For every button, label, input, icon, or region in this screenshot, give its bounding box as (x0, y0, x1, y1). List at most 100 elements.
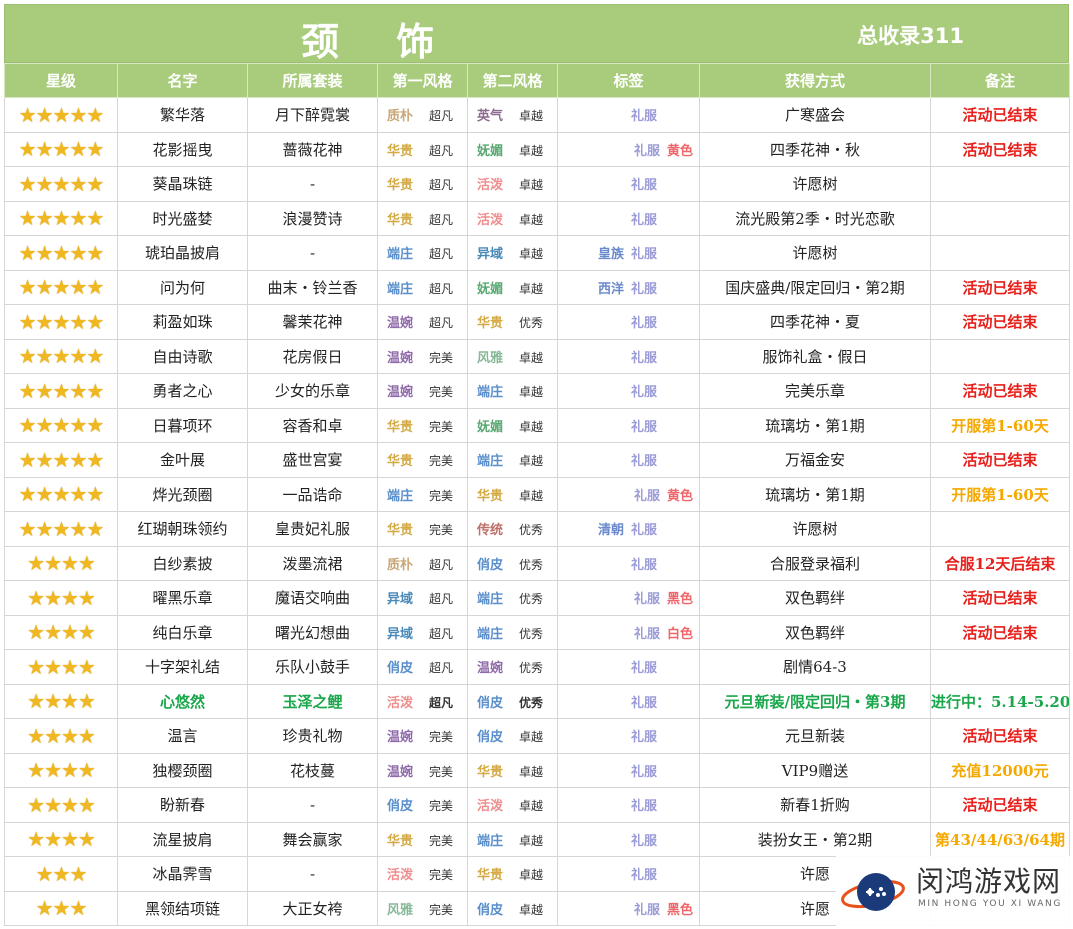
item-name: 葵晶珠链 (117, 166, 248, 202)
style2-cell: 华贵 优秀 (467, 304, 558, 340)
star-rating: ★★★ (4, 890, 118, 926)
item-note: 活动已结束 (930, 131, 1070, 167)
table-row: ★★★★ 白纱素披 泼墨流裙 质朴 超凡 俏皮 优秀 礼服 合服登录福利 合服12天后结束 (4, 545, 1070, 581)
table-row: ★★★★★ 时光盛婪 浪漫赞诗 华贵 超凡 活泼 卓越 礼服 流光殿第2季・时光恋歌 (4, 200, 1070, 236)
item-set: - (247, 235, 378, 271)
item-note: 第43/44/63/64期 (930, 821, 1070, 857)
item-set: 蔷薇花神 (247, 131, 378, 167)
label-tag-type: 礼服 (630, 419, 657, 435)
star-rating: ★★★★ (4, 683, 118, 719)
label-cell: 西洋 礼服 (557, 269, 700, 305)
style2-cell: 风雅 卓越 (467, 338, 558, 374)
label-tag-type: 礼服 (630, 695, 657, 711)
style2-grade: 卓越 (519, 799, 544, 814)
style1-cell: 温婉 完美 (377, 718, 468, 754)
star-rating: ★★★★★ (4, 304, 118, 340)
label-cell: 礼服 (557, 97, 700, 133)
style1-cell: 风雅 完美 (377, 890, 468, 926)
style2-tag: 端庄 (477, 454, 504, 470)
item-set: - (247, 166, 378, 202)
table-row: ★★★★★ 烨光颈圈 一品诰命 端庄 完美 华贵 卓越 礼服 黄色 琉璃坊・第1期 开服第1-60天 (4, 476, 1070, 512)
table-row: ★★★★ 流星披肩 舞会赢家 华贵 完美 端庄 卓越 礼服 装扮女王・第2期 第43/44/63/… (4, 821, 1070, 857)
table-row: ★★★★ 心悠然 玉泽之鲤 活泼 超凡 俏皮 优秀 礼服 元旦新装/限定回归・第3期 进行中：5.… (4, 683, 1070, 719)
style2-tag: 妩媚 (477, 281, 504, 297)
style1-tag: 华贵 (387, 143, 414, 159)
item-note (930, 338, 1070, 374)
style2-grade: 卓越 (519, 868, 544, 883)
style2-cell: 妩媚 卓越 (467, 131, 558, 167)
style1-grade: 完美 (429, 764, 454, 779)
style2-tag: 华贵 (477, 488, 504, 504)
style1-tag: 端庄 (387, 281, 414, 297)
item-name: 冰晶霁雪 (117, 856, 248, 892)
style1-cell: 华贵 完美 (377, 442, 468, 478)
item-set: 少女的乐章 (247, 373, 378, 409)
style1-grade: 超凡 (429, 661, 454, 676)
label-tag-color: 白色 (666, 626, 693, 642)
label-cell: 礼服 白色 (557, 614, 700, 650)
label-tag-type: 礼服 (630, 764, 657, 780)
style2-cell: 端庄 优秀 (467, 614, 558, 650)
item-set: 乐队小鼓手 (247, 649, 378, 685)
item-source: 广寒盛会 (699, 97, 931, 133)
label-tag-type: 礼服 (630, 868, 657, 884)
item-note (930, 166, 1070, 202)
label-tag-type: 礼服 (630, 178, 657, 194)
style1-cell: 俏皮 完美 (377, 787, 468, 823)
style2-cell: 温婉 优秀 (467, 649, 558, 685)
label-cell: 礼服 黄色 (557, 476, 700, 512)
label-cell: 礼服 (557, 200, 700, 236)
col-header-note: 备注 (930, 63, 1070, 98)
label-cell: 礼服 (557, 821, 700, 857)
item-set: - (247, 856, 378, 892)
style1-cell: 华贵 超凡 (377, 131, 468, 167)
item-set: 皇贵妃礼服 (247, 511, 378, 547)
style2-grade: 优秀 (519, 626, 544, 641)
style1-tag: 活泼 (387, 695, 414, 711)
label-tag-type: 礼服 (630, 661, 657, 677)
item-name: 时光盛婪 (117, 200, 248, 236)
style1-grade: 完美 (429, 523, 454, 538)
item-set: 浪漫赞诗 (247, 200, 378, 236)
star-rating: ★★★★★ (4, 373, 118, 409)
watermark-sub: MIN HONG YOU XI WANG (918, 899, 1062, 909)
style2-tag: 英气 (477, 109, 504, 125)
label-cell: 礼服 (557, 304, 700, 340)
style2-cell: 俏皮 优秀 (467, 545, 558, 581)
label-tag-type: 礼服 (633, 902, 660, 918)
item-name: 纯白乐章 (117, 614, 248, 650)
star-rating: ★★★★ (4, 787, 118, 823)
item-source: 双色羁绊 (699, 614, 931, 650)
item-name: 红瑚朝珠领约 (117, 511, 248, 547)
style2-tag: 俏皮 (477, 695, 504, 711)
item-source: 剧情64-3 (699, 649, 931, 685)
style2-grade: 卓越 (519, 488, 544, 503)
item-name: 繁华落 (117, 97, 248, 133)
table-row: ★★★★ 盼新春 - 俏皮 完美 活泼 卓越 礼服 新春1折购 活动已结束 (4, 787, 1070, 823)
label-cell: 清朝 礼服 (557, 511, 700, 547)
item-set: 泼墨流裙 (247, 545, 378, 581)
item-note: 活动已结束 (930, 373, 1070, 409)
item-set: 大正女袴 (247, 890, 378, 926)
style1-tag: 温婉 (387, 385, 414, 401)
style2-grade: 优秀 (519, 523, 544, 538)
item-name: 温言 (117, 718, 248, 754)
style1-cell: 端庄 超凡 (377, 235, 468, 271)
style2-cell: 端庄 卓越 (467, 821, 558, 857)
label-cell: 礼服 (557, 718, 700, 754)
style2-tag: 风雅 (477, 350, 504, 366)
style1-cell: 异域 超凡 (377, 614, 468, 650)
label-cell: 礼服 (557, 407, 700, 443)
style1-cell: 华贵 完美 (377, 407, 468, 443)
style1-tag: 异域 (387, 626, 414, 642)
item-name: 流星披肩 (117, 821, 248, 857)
item-name: 问为何 (117, 269, 248, 305)
style1-cell: 华贵 超凡 (377, 166, 468, 202)
style2-grade: 卓越 (519, 143, 544, 158)
style1-tag: 华贵 (387, 212, 414, 228)
item-set: 容香和卓 (247, 407, 378, 443)
label-tag-era: 西洋 (597, 281, 624, 297)
item-name: 莉盈如珠 (117, 304, 248, 340)
item-name: 烨光颈圈 (117, 476, 248, 512)
style1-tag: 华贵 (387, 454, 414, 470)
